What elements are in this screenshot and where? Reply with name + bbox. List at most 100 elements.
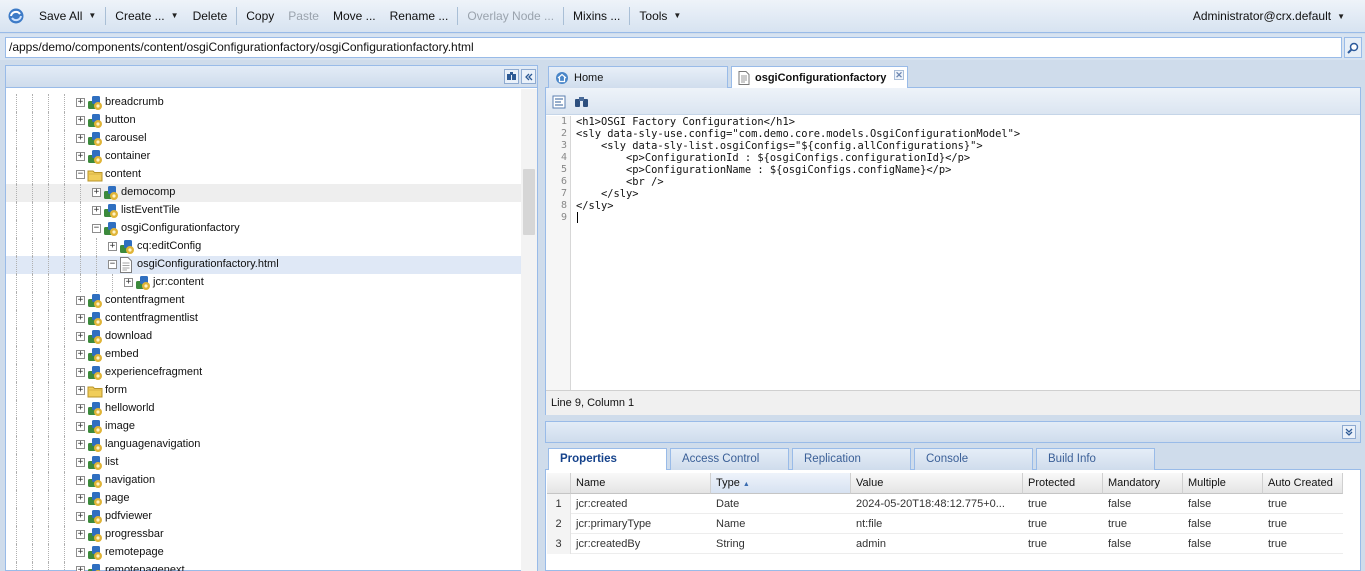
expand-toggle-icon[interactable]: +	[76, 548, 85, 557]
tree-node[interactable]: + embed	[6, 346, 521, 364]
rename-button[interactable]: Rename ...	[383, 5, 456, 27]
expand-toggle-icon[interactable]: +	[76, 530, 85, 539]
expand-toggle-icon[interactable]: +	[76, 296, 85, 305]
chevron-down-icon[interactable]: ▼	[1337, 0, 1345, 33]
grid-header-multiple[interactable]: Multiple	[1183, 473, 1263, 494]
tree-node[interactable]: + carousel	[6, 130, 521, 148]
expand-toggle-icon[interactable]: +	[76, 512, 85, 521]
tree-node[interactable]: + breadcrumb	[6, 94, 521, 112]
tree-node[interactable]: + jcr:content	[6, 274, 521, 292]
tree-node[interactable]: + languagenavigation	[6, 436, 521, 454]
tab-console[interactable]: Console	[914, 448, 1033, 470]
tab-properties[interactable]: Properties	[548, 448, 667, 471]
chevron-down-icon[interactable]: ▼	[88, 5, 96, 27]
search-icon[interactable]	[1344, 37, 1362, 58]
expand-toggle-icon[interactable]: +	[76, 404, 85, 413]
expand-toggle-icon[interactable]: +	[76, 314, 85, 323]
tools-button[interactable]: Tools ▼	[632, 5, 688, 27]
tree-node[interactable]: + remotepagenext	[6, 562, 521, 571]
tree-node[interactable]: − osgiConfigurationfactory	[6, 220, 521, 238]
expand-toggle-icon[interactable]: +	[108, 242, 117, 251]
grid-header-protected[interactable]: Protected	[1023, 473, 1103, 494]
code-area[interactable]: <h1>OSGI Factory Configuration</h1> <sly …	[576, 116, 1020, 224]
crx-logo-icon[interactable]	[6, 6, 26, 26]
tree-scrollbar[interactable]	[521, 89, 537, 571]
tree-node[interactable]: + democomp	[6, 184, 521, 202]
move-button[interactable]: Move ...	[326, 5, 383, 27]
property-row[interactable]: 1 jcr:created Date 2024-05-20T18:48:12.775+…	[547, 494, 1343, 514]
chevron-down-icon[interactable]: ▼	[673, 5, 681, 27]
tree-node[interactable]: + page	[6, 490, 521, 508]
expand-toggle-icon[interactable]: +	[76, 458, 85, 467]
expand-toggle-icon[interactable]: +	[92, 206, 101, 215]
expand-toggle-icon[interactable]: +	[92, 188, 101, 197]
grid-header-mandatory[interactable]: Mandatory	[1103, 473, 1183, 494]
collapse-left-icon[interactable]	[521, 69, 536, 84]
save-all-button[interactable]: Save All ▼	[32, 5, 103, 27]
tree-node[interactable]: + progressbar	[6, 526, 521, 544]
format-icon[interactable]	[551, 94, 567, 110]
expand-toggle-icon[interactable]: +	[76, 386, 85, 395]
collapse-down-icon[interactable]	[1342, 425, 1356, 439]
path-input[interactable]: /apps/demo/components/content/osgiConfig…	[5, 37, 1342, 58]
user-menu[interactable]: Administrator@crx.default ▼	[1193, 0, 1345, 33]
expand-toggle-icon[interactable]: +	[76, 440, 85, 449]
expand-toggle-icon[interactable]: +	[76, 98, 85, 107]
expand-toggle-icon[interactable]: +	[76, 494, 85, 503]
tree-node[interactable]: + helloworld	[6, 400, 521, 418]
tree-node[interactable]: + experiencefragment	[6, 364, 521, 382]
tree-node[interactable]: + list	[6, 454, 521, 472]
tree-node[interactable]: + download	[6, 328, 521, 346]
expand-toggle-icon[interactable]: +	[76, 368, 85, 377]
tree-node[interactable]: + pdfviewer	[6, 508, 521, 526]
collapse-toggle-icon[interactable]: −	[76, 170, 85, 179]
mixins-button[interactable]: Mixins ...	[566, 5, 627, 27]
collapse-toggle-icon[interactable]: −	[108, 260, 117, 269]
tree-node[interactable]: + button	[6, 112, 521, 130]
expand-toggle-icon[interactable]: +	[124, 278, 133, 287]
paste-button[interactable]: Paste	[281, 5, 326, 27]
tab-build-info[interactable]: Build Info	[1036, 448, 1155, 470]
overlay-node-button[interactable]: Overlay Node ...	[460, 5, 561, 27]
chevron-down-icon[interactable]: ▼	[171, 5, 179, 27]
expand-toggle-icon[interactable]: +	[76, 350, 85, 359]
expand-toggle-icon[interactable]: +	[76, 116, 85, 125]
tree-node[interactable]: + contentfragmentlist	[6, 310, 521, 328]
tab-osgi-configuration-factory[interactable]: osgiConfigurationfactory ✕	[731, 66, 908, 89]
expand-toggle-icon[interactable]: +	[76, 332, 85, 341]
create-button[interactable]: Create ... ▼	[108, 5, 185, 27]
expand-toggle-icon[interactable]: +	[76, 476, 85, 485]
tree-node[interactable]: + cq:editConfig	[6, 238, 521, 256]
tree-node[interactable]: − osgiConfigurationfactory.html	[6, 256, 521, 274]
expand-toggle-icon[interactable]: +	[76, 134, 85, 143]
collapse-toggle-icon[interactable]: −	[92, 224, 101, 233]
tree-node[interactable]: − content	[6, 166, 521, 184]
tree-node[interactable]: + form	[6, 382, 521, 400]
expand-toggle-icon[interactable]: +	[76, 152, 85, 161]
tree-guide-line	[64, 220, 65, 238]
tree-node[interactable]: + listEventTile	[6, 202, 521, 220]
tree-node[interactable]: + image	[6, 418, 521, 436]
tree-node[interactable]: + container	[6, 148, 521, 166]
copy-button[interactable]: Copy	[239, 5, 281, 27]
expand-toggle-icon[interactable]: +	[76, 566, 85, 571]
property-row[interactable]: 3 jcr:createdBy String admin true false false t…	[547, 534, 1343, 554]
tab-home[interactable]: Home	[548, 66, 728, 88]
close-icon[interactable]: ✕	[894, 70, 904, 80]
tab-access-control[interactable]: Access Control	[670, 448, 789, 470]
grid-header-name[interactable]: Name	[571, 473, 711, 494]
grid-header-type[interactable]: Type ▲	[711, 473, 851, 494]
tree-scrollbar-thumb[interactable]	[523, 169, 535, 235]
tree-filter-icon[interactable]	[504, 69, 519, 84]
expand-toggle-icon[interactable]: +	[76, 422, 85, 431]
delete-button[interactable]: Delete	[186, 5, 235, 27]
find-icon[interactable]	[573, 94, 589, 110]
grid-header-auto-created[interactable]: Auto Created	[1263, 473, 1343, 494]
tree-node[interactable]: + navigation	[6, 472, 521, 490]
property-row[interactable]: 2 jcr:primaryType Name nt:file true true false…	[547, 514, 1343, 534]
tree-guide-line	[48, 148, 49, 166]
tree-node[interactable]: + contentfragment	[6, 292, 521, 310]
tree-node[interactable]: + remotepage	[6, 544, 521, 562]
tab-replication[interactable]: Replication	[792, 448, 911, 470]
grid-header-value[interactable]: Value	[851, 473, 1023, 494]
